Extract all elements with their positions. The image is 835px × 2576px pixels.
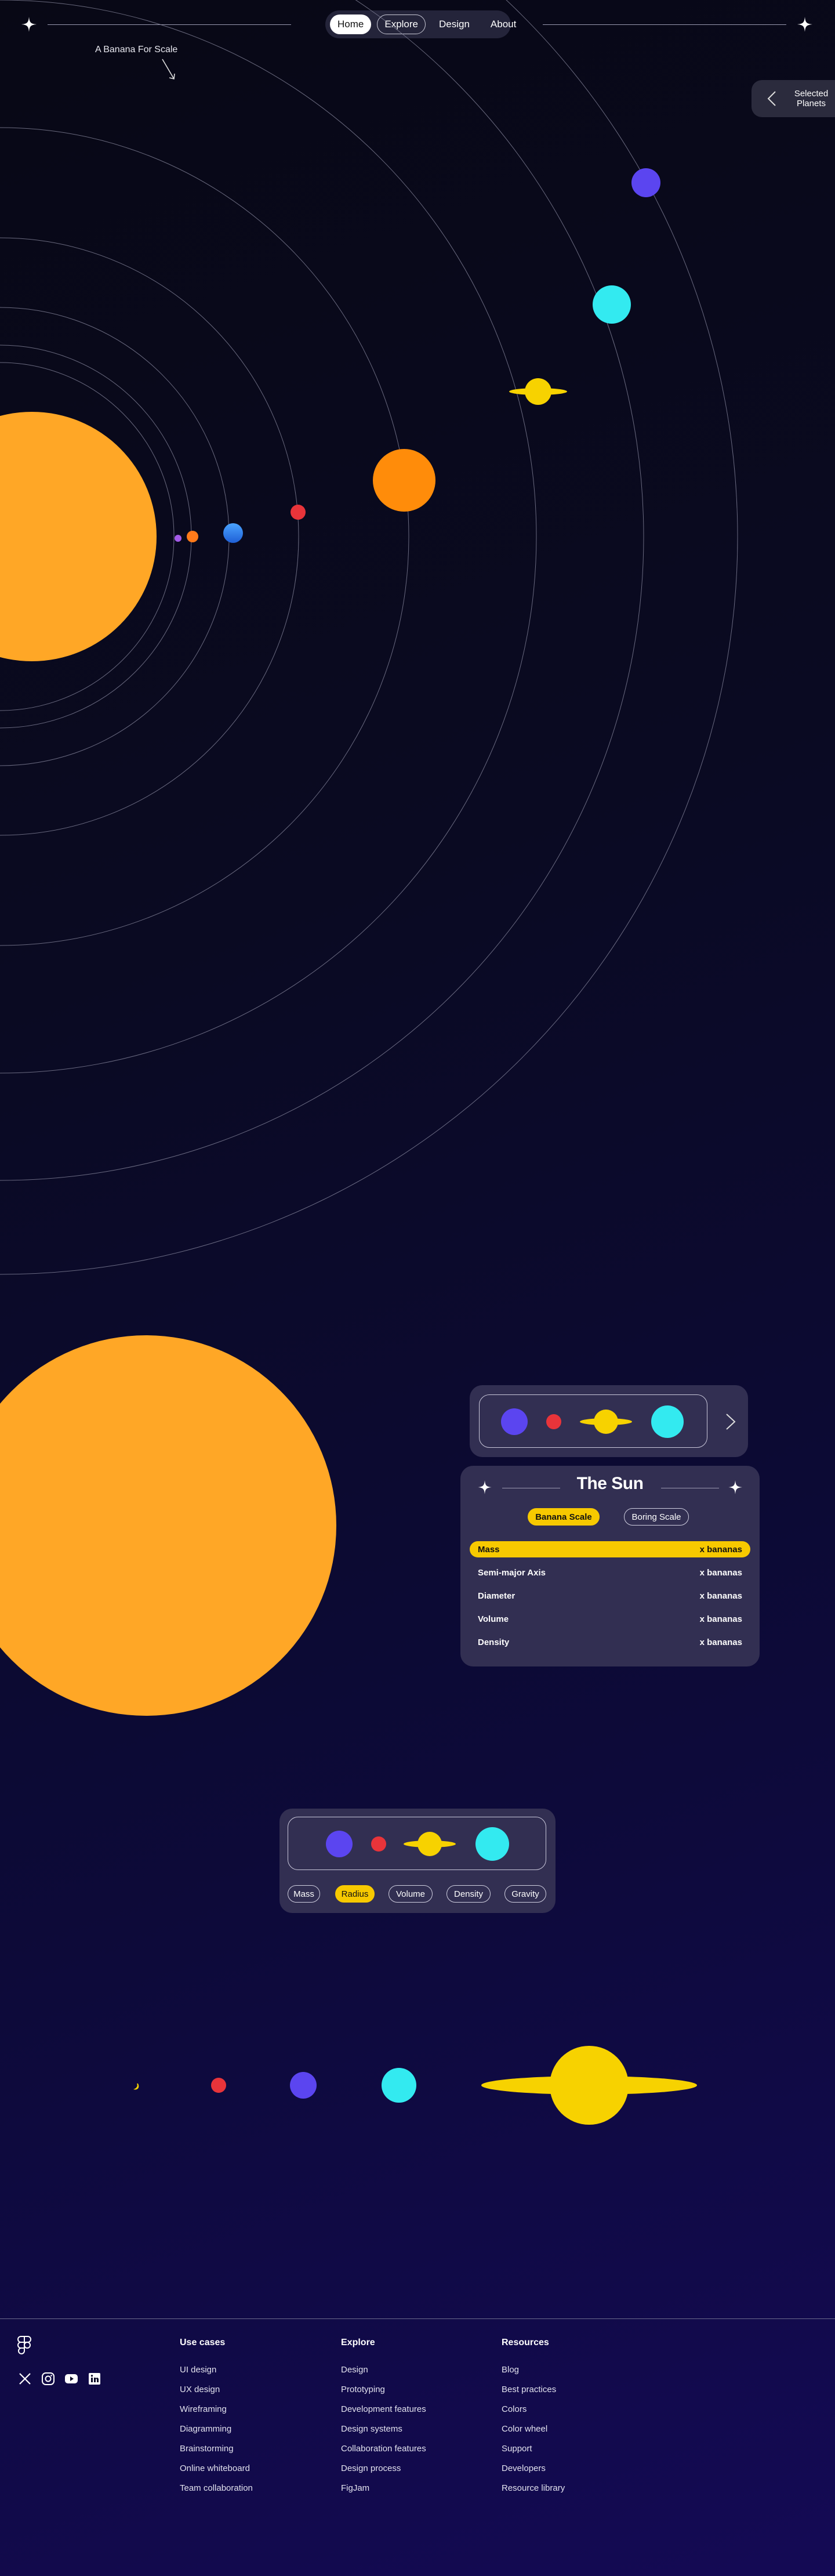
tab-mass[interactable]: Mass [288, 1885, 320, 1903]
solar-system [0, 0, 738, 1275]
uranus-thumb [651, 1405, 684, 1438]
footer-column-explore: Explore Design Prototyping Development f… [341, 2338, 426, 2502]
toggle-boring-scale[interactable]: Boring Scale [624, 1508, 689, 1526]
neptune-compare [290, 2072, 317, 2099]
footer-heading: Resources [502, 2338, 549, 2347]
mars-thumb [546, 1414, 561, 1429]
footer-link[interactable]: Collaboration features [341, 2443, 426, 2463]
footer-divider [0, 2318, 835, 2319]
footer-link[interactable]: Support [502, 2443, 565, 2463]
uranus-thumb [475, 1827, 509, 1861]
tab-radius[interactable]: Radius [335, 1885, 375, 1903]
footer-link[interactable]: Colors [502, 2404, 565, 2423]
footer-column-resources: Resources Blog Best practices Colors Col… [502, 2338, 565, 2502]
neptune [631, 168, 660, 197]
instagram-icon[interactable] [41, 2371, 56, 2386]
footer-link[interactable]: Wireframing [180, 2404, 253, 2423]
stat-value: x bananas [699, 1614, 742, 1624]
stat-value: x bananas [699, 1637, 742, 1647]
compare-card: Mass Radius Volume Density Gravity [279, 1809, 556, 1913]
earth [223, 523, 243, 543]
footer-link[interactable]: Blog [502, 2364, 565, 2384]
stat-value: x bananas [699, 1567, 742, 1578]
orbit-ring [0, 0, 738, 1275]
sun-info-card: The Sun Banana Scale Boring Scale Mass x… [460, 1466, 760, 1666]
footer-link[interactable]: Design [341, 2364, 426, 2384]
planet-selector-box [479, 1394, 707, 1448]
footer-link[interactable]: UI design [180, 2364, 253, 2384]
footer-column-use-cases: Use cases UI design UX design Wireframin… [180, 2338, 253, 2502]
stat-row-volume: Volume x bananas [470, 1611, 750, 1627]
footer-heading: Use cases [180, 2338, 226, 2347]
neptune-thumb [326, 1831, 353, 1857]
stat-value: x bananas [699, 1590, 742, 1601]
footer-link[interactable]: Brainstorming [180, 2443, 253, 2463]
saturn [509, 378, 567, 405]
footer-link[interactable]: Resource library [502, 2483, 565, 2502]
stat-label: Mass [478, 1544, 500, 1555]
footer-link[interactable]: UX design [180, 2384, 253, 2404]
planet-size-comparison [133, 2046, 697, 2125]
footer-link[interactable]: Design process [341, 2463, 426, 2483]
tab-volume[interactable]: Volume [389, 1885, 433, 1903]
stat-label: Density [478, 1637, 510, 1647]
footer-link[interactable]: Developers [502, 2463, 565, 2483]
footer-link[interactable]: FigJam [341, 2483, 426, 2502]
planet-title: The Sun [576, 1474, 644, 1493]
mars [291, 505, 306, 520]
saturn-thumb [580, 1410, 632, 1434]
mercury [175, 535, 181, 542]
figma-logo[interactable] [17, 2335, 31, 2356]
footer-link[interactable]: Best practices [502, 2384, 565, 2404]
compare-planets-box [288, 1817, 546, 1870]
stat-row-semi-major-axis: Semi-major Axis x bananas [470, 1564, 750, 1581]
stat-row-density: Density x bananas [470, 1634, 750, 1650]
stat-value: x bananas [699, 1544, 742, 1555]
venus [187, 531, 198, 542]
saturn-compare [481, 2046, 697, 2125]
sun-large [0, 1335, 336, 1716]
sun [0, 412, 157, 661]
footer-link[interactable]: Diagramming [180, 2423, 253, 2443]
planet-selector-card [470, 1385, 748, 1457]
chevron-right-icon[interactable] [725, 1413, 736, 1430]
stat-row-diameter: Diameter x bananas [470, 1588, 750, 1604]
stat-label: Semi-major Axis [478, 1567, 546, 1578]
stat-row-mass: Mass x bananas [470, 1541, 750, 1557]
uranus [593, 285, 631, 324]
mars-compare [211, 2078, 226, 2093]
footer-link[interactable]: Team collaboration [180, 2483, 253, 2502]
orbit-rings [0, 0, 738, 1275]
mars-thumb [371, 1836, 386, 1852]
uranus-compare [382, 2068, 416, 2103]
neptune-thumb [501, 1408, 528, 1435]
footer-link[interactable]: Online whiteboard [180, 2463, 253, 2483]
x-icon[interactable] [17, 2371, 32, 2386]
footer-heading: Explore [341, 2338, 375, 2347]
footer-link[interactable]: Design systems [341, 2423, 426, 2443]
banana-icon [133, 2084, 139, 2090]
tab-gravity[interactable]: Gravity [504, 1885, 546, 1903]
youtube-icon[interactable] [64, 2371, 79, 2386]
footer-link[interactable]: Prototyping [341, 2384, 426, 2404]
footer-link[interactable]: Development features [341, 2404, 426, 2423]
footer-link[interactable]: Color wheel [502, 2423, 565, 2443]
saturn-thumb [404, 1832, 456, 1856]
stat-label: Diameter [478, 1590, 515, 1601]
tab-density[interactable]: Density [446, 1885, 491, 1903]
stat-label: Volume [478, 1614, 509, 1624]
toggle-banana-scale[interactable]: Banana Scale [528, 1508, 600, 1526]
linkedin-icon[interactable] [87, 2371, 102, 2386]
jupiter [373, 449, 435, 512]
